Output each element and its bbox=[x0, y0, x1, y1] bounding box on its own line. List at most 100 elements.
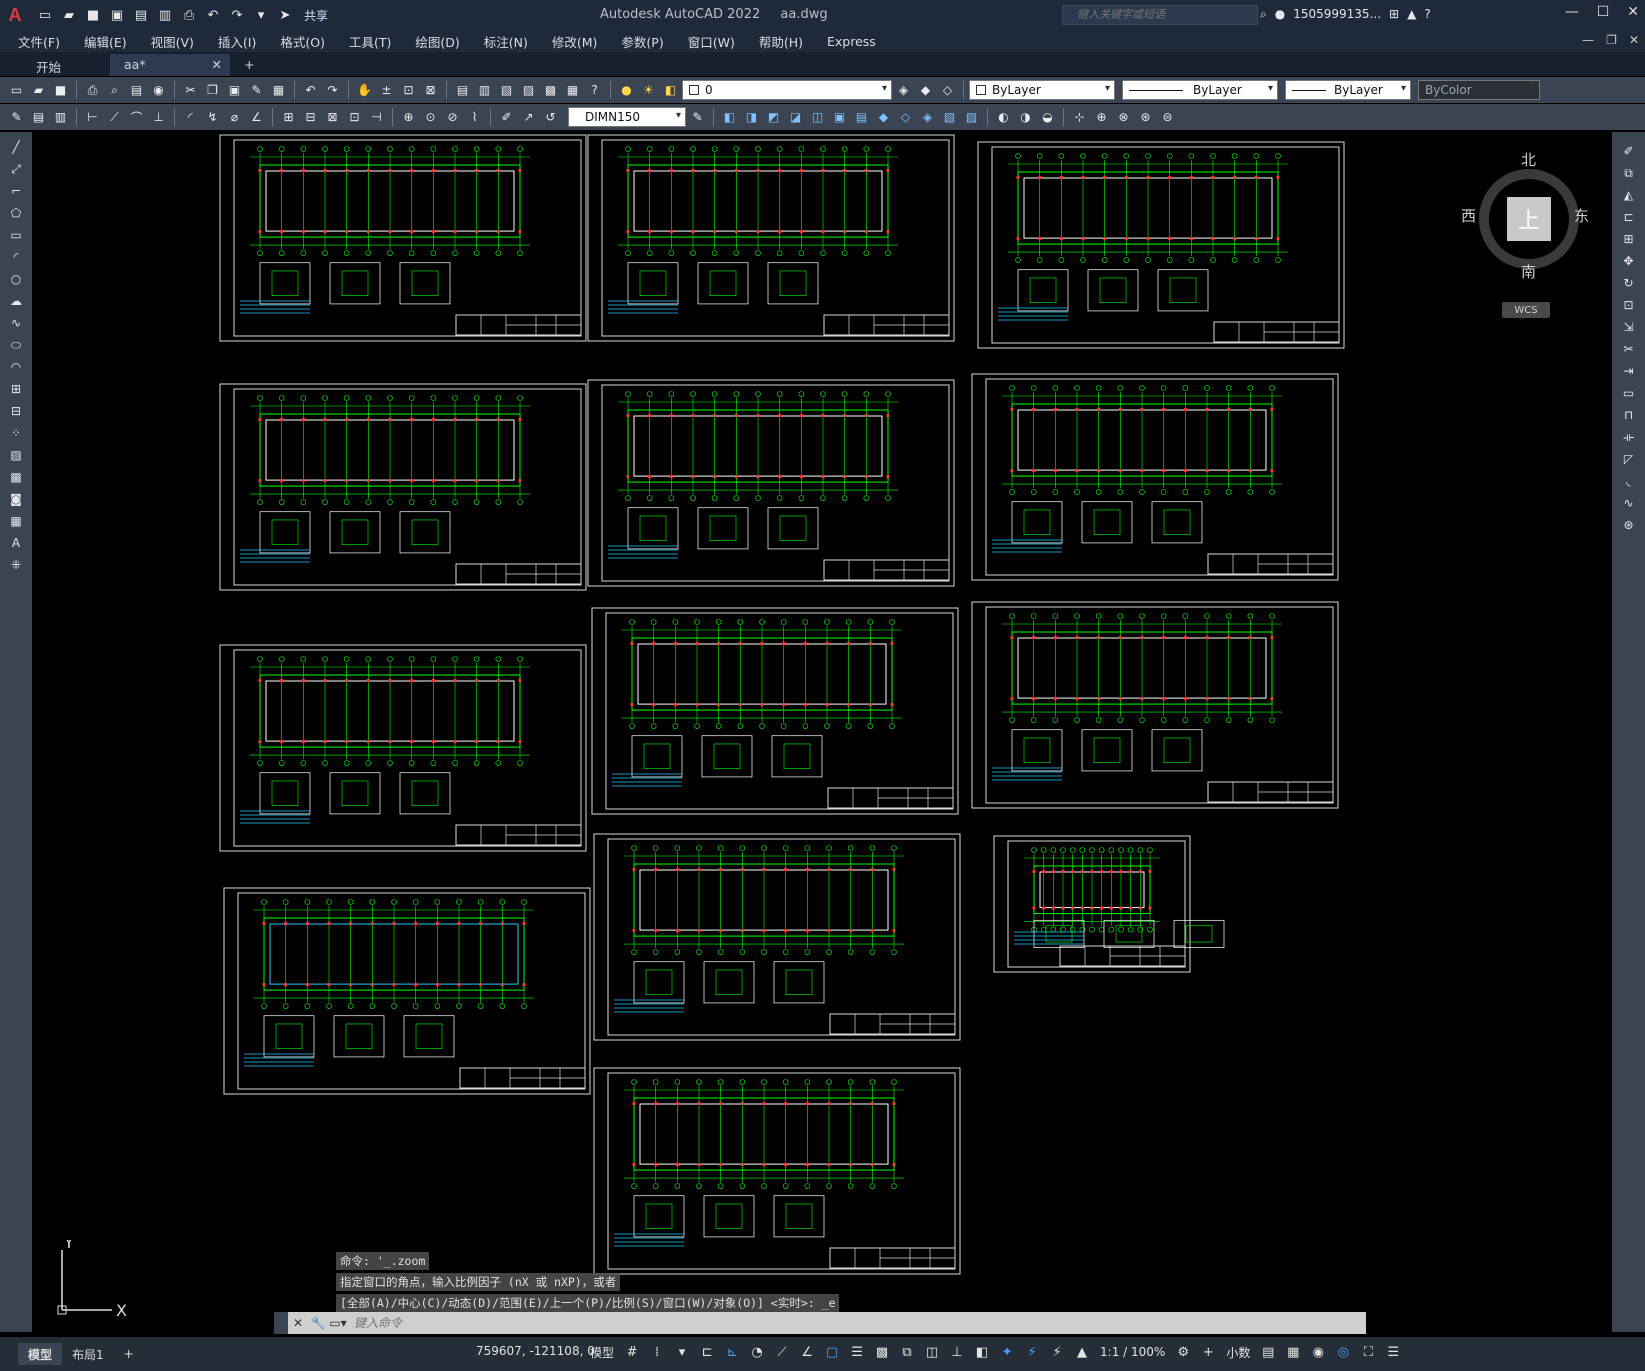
web-save-icon[interactable]: ▤ bbox=[130, 4, 152, 26]
jogged-dim-icon[interactable]: ↯ bbox=[202, 107, 223, 128]
redo-icon[interactable]: ↷ bbox=[322, 80, 343, 101]
gradient-icon[interactable]: ▩ bbox=[6, 468, 26, 486]
layer-thaw-icon[interactable]: ☀ bbox=[638, 80, 659, 101]
make-block-icon[interactable]: ⊟ bbox=[6, 402, 26, 420]
help-icon[interactable]: ? bbox=[584, 80, 605, 101]
sheet-set-icon[interactable]: ▨ bbox=[518, 80, 539, 101]
save-icon[interactable]: ■ bbox=[50, 80, 71, 101]
markup-icon[interactable]: ▩ bbox=[540, 80, 561, 101]
region-icon[interactable]: ◙ bbox=[6, 490, 26, 508]
view-back-icon[interactable]: ◩ bbox=[763, 107, 784, 128]
offset-icon[interactable]: ⊏ bbox=[1619, 208, 1639, 226]
radius-dim-icon[interactable]: ◜ bbox=[180, 107, 201, 128]
arc-length-icon[interactable]: ⌒ bbox=[126, 107, 147, 128]
new-file-icon[interactable]: ▭ bbox=[34, 4, 56, 26]
pan-icon[interactable]: ✋ bbox=[354, 80, 375, 101]
workspace-icon[interactable]: ⚙ bbox=[1172, 1341, 1194, 1363]
menu-file[interactable]: 文件(F) bbox=[18, 32, 60, 51]
linear-dim-icon[interactable]: ⊢ bbox=[82, 107, 103, 128]
annotation-monitor-icon[interactable]: + bbox=[1197, 1341, 1219, 1363]
3d-osnap-icon[interactable]: ◫ bbox=[921, 1341, 943, 1363]
new-tab-button[interactable]: + bbox=[230, 54, 260, 76]
doc-close-icon[interactable]: ✕ bbox=[1629, 33, 1639, 47]
fillet-icon[interactable]: ◟ bbox=[1619, 472, 1639, 490]
doc-restore-icon[interactable]: ❐ bbox=[1606, 33, 1617, 47]
zoom-previous-icon[interactable]: ⊠ bbox=[420, 80, 441, 101]
compass-north[interactable]: 北 bbox=[1521, 149, 1536, 170]
annotation-scale-value[interactable]: 1:1 / 100% bbox=[1096, 1345, 1169, 1359]
recent-commands-icon[interactable]: ▭▾ bbox=[328, 1316, 348, 1330]
lineweight-combo[interactable]: ByLayer ▾ bbox=[1285, 80, 1411, 100]
layer-lock-icon[interactable]: ◧ bbox=[660, 80, 681, 101]
array-icon[interactable]: ⊞ bbox=[1619, 230, 1639, 248]
shade-3d-icon[interactable]: ◑ bbox=[1015, 107, 1036, 128]
menu-format[interactable]: 格式(O) bbox=[280, 32, 325, 51]
circle-icon[interactable]: ○ bbox=[6, 270, 26, 288]
new-icon[interactable]: ▭ bbox=[6, 80, 27, 101]
search-input[interactable] bbox=[1062, 5, 1258, 25]
explode-icon[interactable]: ⊛ bbox=[1619, 516, 1639, 534]
viewcube[interactable]: 上 北 南 东 西 bbox=[1461, 151, 1589, 281]
spline-icon[interactable]: ∿ bbox=[6, 314, 26, 332]
customization-icon[interactable]: ☰ bbox=[1382, 1341, 1404, 1363]
trim-icon[interactable]: ✂ bbox=[1619, 340, 1639, 358]
plot-preview-icon[interactable]: ⌕ bbox=[104, 80, 125, 101]
jogged-linear-icon[interactable]: ⌇ bbox=[464, 107, 485, 128]
polyline-icon[interactable]: ⌐ bbox=[6, 182, 26, 200]
qat-dropdown-icon[interactable]: ▾ bbox=[250, 4, 272, 26]
copy-object-icon[interactable]: ⧉ bbox=[1619, 164, 1639, 182]
make-current-layer-icon[interactable]: ◈ bbox=[893, 80, 914, 101]
user-icon[interactable]: ● bbox=[1275, 7, 1285, 22]
dim-update-icon[interactable]: ▥ bbox=[50, 107, 71, 128]
dim-override-icon[interactable]: ↺ bbox=[540, 107, 561, 128]
command-input[interactable] bbox=[354, 1316, 1054, 1330]
close-icon[interactable]: ✕ bbox=[1627, 4, 1639, 20]
view-left-icon[interactable]: ◪ bbox=[785, 107, 806, 128]
menu-insert[interactable]: 插入(I) bbox=[218, 32, 256, 51]
annotation-scale-icon[interactable]: ▲ bbox=[1071, 1341, 1093, 1363]
view-right-icon[interactable]: ◫ bbox=[807, 107, 828, 128]
ucs-object-icon[interactable]: ⊜ bbox=[1157, 107, 1178, 128]
center-mark-icon[interactable]: ⊙ bbox=[420, 107, 441, 128]
object-snap-tracking-icon[interactable]: ∠ bbox=[796, 1341, 818, 1363]
close-command-icon[interactable]: ✕ bbox=[288, 1316, 308, 1330]
coordinates-readout[interactable]: 759607, -121108, 0 bbox=[476, 1344, 595, 1358]
diameter-dim-icon[interactable]: ⌀ bbox=[224, 107, 245, 128]
layer-combo[interactable]: 0 ▾ bbox=[682, 80, 892, 100]
gizmo-icon[interactable]: ✦ bbox=[996, 1341, 1018, 1363]
color-combo[interactable]: ByLayer ▾ bbox=[969, 80, 1115, 100]
redo-icon[interactable]: ↷ bbox=[226, 4, 248, 26]
insert-block-icon[interactable]: ⊞ bbox=[6, 380, 26, 398]
polar-icon[interactable]: ◔ bbox=[746, 1341, 768, 1363]
snap-icon[interactable]: ⁞ bbox=[646, 1341, 668, 1363]
hidden-icon[interactable]: ◒ bbox=[1037, 107, 1058, 128]
calculator-icon[interactable]: ▦ bbox=[562, 80, 583, 101]
ucs-previous-icon[interactable]: ⊗ bbox=[1113, 107, 1134, 128]
add-selected-icon[interactable]: ⁜ bbox=[6, 556, 26, 574]
scale-icon[interactable]: ⊡ bbox=[1619, 296, 1639, 314]
continue-dim-icon[interactable]: ⊠ bbox=[322, 107, 343, 128]
infer-constraints-icon[interactable]: ▾ bbox=[671, 1341, 693, 1363]
menu-draw[interactable]: 绘图(D) bbox=[415, 32, 459, 51]
dim-edit-tool-icon[interactable]: ✐ bbox=[496, 107, 517, 128]
rotate-icon[interactable]: ↻ bbox=[1619, 274, 1639, 292]
doc-minimize-icon[interactable]: — bbox=[1582, 33, 1594, 47]
ordinate-dim-icon[interactable]: ⊥ bbox=[148, 107, 169, 128]
compass-east[interactable]: 东 bbox=[1574, 205, 1589, 226]
mirror-icon[interactable]: ◭ bbox=[1619, 186, 1639, 204]
camera-icon[interactable]: ▨ bbox=[961, 107, 982, 128]
shade-2d-icon[interactable]: ◐ bbox=[993, 107, 1014, 128]
menu-modify[interactable]: 修改(M) bbox=[552, 32, 598, 51]
dynamic-ucs-icon[interactable]: ⊥ bbox=[946, 1341, 968, 1363]
save-icon[interactable]: ■ bbox=[82, 4, 104, 26]
iso-sw-icon[interactable]: ◆ bbox=[873, 107, 894, 128]
tool-palettes-icon[interactable]: ▧ bbox=[496, 80, 517, 101]
undo-icon[interactable]: ↶ bbox=[202, 4, 224, 26]
ucs-world-icon[interactable]: ⊕ bbox=[1091, 107, 1112, 128]
linetype-combo[interactable]: ByLayer ▾ bbox=[1122, 80, 1278, 100]
break-point-icon[interactable]: ▭ bbox=[1619, 384, 1639, 402]
tab-model[interactable]: 模型 bbox=[18, 1343, 63, 1365]
design-center-icon[interactable]: ▥ bbox=[474, 80, 495, 101]
minimize-icon[interactable]: — bbox=[1565, 4, 1579, 20]
menu-help[interactable]: 帮助(H) bbox=[759, 32, 803, 51]
